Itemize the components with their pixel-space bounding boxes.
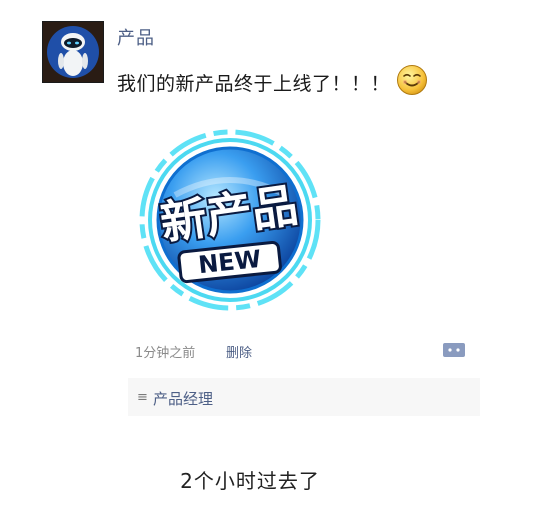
like-list-icon: ≡ bbox=[137, 390, 148, 405]
caption-text: 2个小时过去了 bbox=[180, 469, 320, 493]
post-text-content: 我们的新产品终于上线了！！！ bbox=[117, 73, 391, 95]
likes-panel: ≡ 产品经理 bbox=[128, 378, 480, 416]
new-product-badge-image: 新产品 NEW bbox=[139, 129, 321, 311]
robot-avatar-icon bbox=[47, 26, 99, 78]
avatar[interactable] bbox=[42, 21, 104, 83]
liker-name[interactable]: 产品经理 bbox=[153, 388, 213, 409]
post-text: 我们的新产品终于上线了！！！ bbox=[117, 64, 428, 101]
comment-bubble-icon[interactable] bbox=[443, 343, 465, 361]
post-image[interactable]: 新产品 NEW bbox=[135, 125, 325, 315]
smiling-face-emoji-icon bbox=[396, 64, 428, 101]
post-timestamp: 1分钟之前 bbox=[135, 346, 196, 361]
post-username[interactable]: 产品 bbox=[117, 24, 155, 50]
delete-link[interactable]: 删除 bbox=[226, 342, 252, 361]
